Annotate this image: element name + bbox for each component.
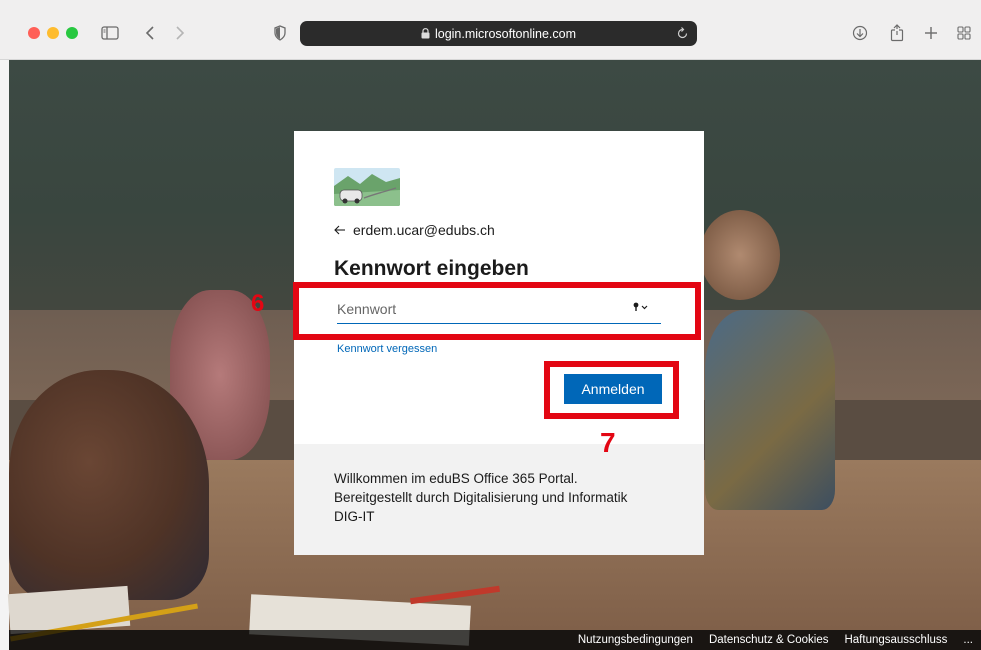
login-card-footer: Willkommen im eduBS Office 365 Portal. B… [294,444,704,555]
privacy-cookies-link[interactable]: Datenschutz & Cookies [709,634,829,646]
password-highlight-box [293,282,701,340]
lock-icon [421,28,430,39]
page-background: erdem.ucar@edubs.ch Kennwort eingeben Ke… [0,60,981,650]
account-email: erdem.ucar@edubs.ch [353,222,495,238]
footer-text-line: DIG-IT [334,509,375,524]
account-identity[interactable]: erdem.ucar@edubs.ch [334,222,495,238]
share-icon[interactable] [887,22,907,44]
shield-icon[interactable] [270,22,290,44]
new-tab-icon[interactable] [921,22,941,44]
more-options-button[interactable]: ... [963,634,973,646]
back-arrow-icon[interactable] [334,225,346,235]
background-child-head-image [700,210,780,300]
minimize-window-button[interactable] [47,27,59,39]
close-window-button[interactable] [28,27,40,39]
sidebar-icon[interactable] [100,22,120,44]
tab-overview-icon[interactable] [954,22,974,44]
url-text: login.microsoftonline.com [434,26,577,41]
footer-text-line: Bereitgestellt durch Digitalisierung und… [334,490,628,505]
reload-icon[interactable] [676,26,689,43]
browser-toolbar: login.microsoftonline.com [0,0,981,60]
zoom-window-button[interactable] [66,27,78,39]
login-card: erdem.ucar@edubs.ch Kennwort eingeben Ke… [294,131,704,555]
address-bar[interactable]: login.microsoftonline.com [300,21,697,46]
page-edge [0,60,9,650]
footer-text-line: Willkommen im eduBS Office 365 Portal. [334,471,578,486]
step-number-sign-in: 7 [600,427,616,458]
terms-of-use-link[interactable]: Nutzungsbedingungen [578,634,693,646]
foreground-child-image [9,370,209,600]
forward-icon[interactable] [170,22,190,44]
page-title: Kennwort eingeben [334,257,529,280]
background-child-shirt-image [705,310,835,510]
forgot-password-link[interactable]: Kennwort vergessen [337,343,437,355]
disclaimer-link[interactable]: Haftungsausschluss [844,634,947,646]
sign-in-highlight-box [544,361,679,419]
back-icon[interactable] [140,22,160,44]
organization-logo [334,168,400,206]
download-icon[interactable] [850,22,870,44]
step-number-password: 6 [251,290,265,317]
page-footer-links: Nutzungsbedingungen Datenschutz & Cookie… [9,630,981,650]
